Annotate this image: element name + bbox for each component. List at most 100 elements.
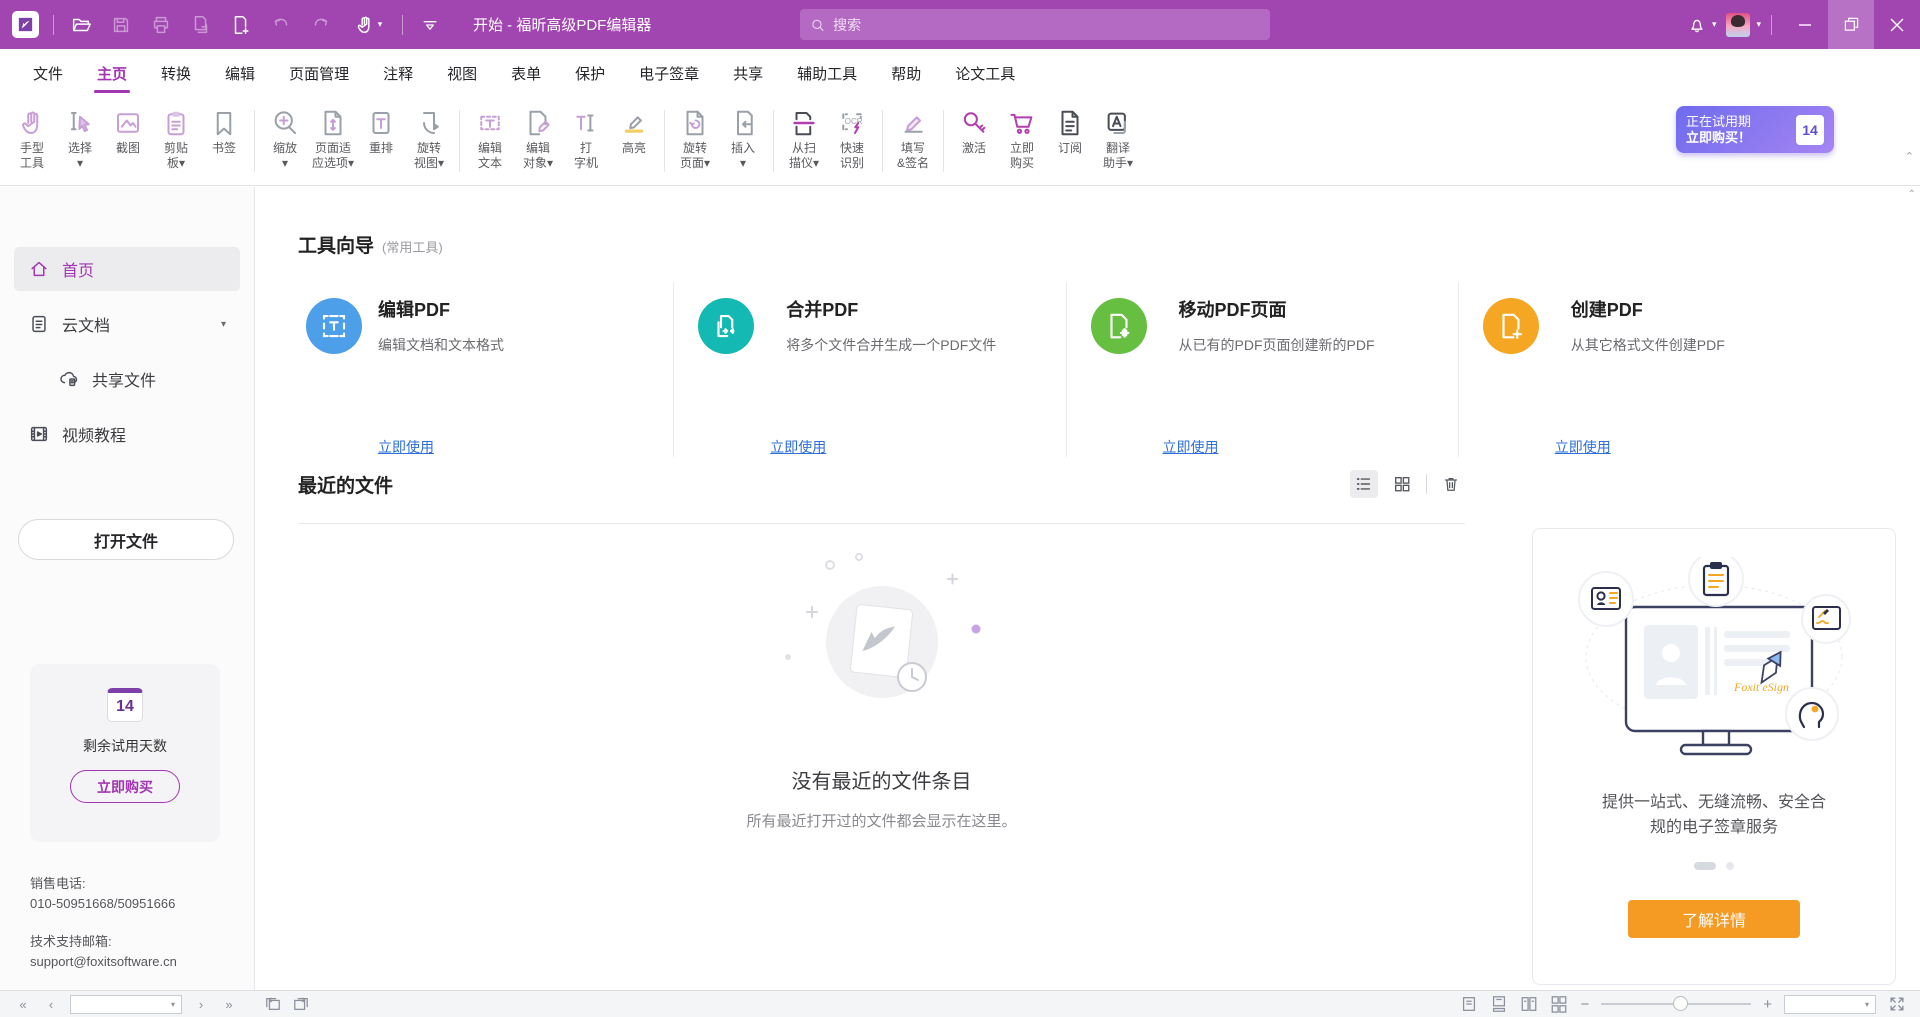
global-search[interactable] [800,9,1270,40]
buy-now-button[interactable]: 立即 购买 [998,104,1046,171]
use-now-link[interactable]: 立即使用 [378,437,434,457]
menu-paper-tools[interactable]: 论文工具 [942,49,1028,98]
typewriter-button[interactable]: 打 字机 [562,104,610,171]
user-avatar[interactable] [1726,13,1750,37]
notifications-caret-icon[interactable]: ▾ [1712,19,1717,30]
zoom-out-button[interactable]: − [1580,996,1589,1013]
cloud-docs-caret-icon[interactable]: ▾ [221,319,226,330]
menu-convert[interactable]: 转换 [148,49,204,98]
zoom-percent-box[interactable]: ▾ [1784,995,1876,1014]
bookmark-button[interactable]: 书签 [200,104,248,156]
menu-comment[interactable]: 注释 [370,49,426,98]
page-number-caret-icon[interactable]: ▾ [165,1000,181,1009]
menu-esign[interactable]: 电子签章 [626,49,712,98]
zoom-percent-caret-icon[interactable]: ▾ [1859,1000,1875,1009]
menu-home[interactable]: 主页 [84,49,140,98]
first-page-button[interactable]: « [14,997,32,1012]
facing-view-icon[interactable] [1520,995,1538,1013]
list-view-button[interactable] [1350,470,1378,498]
sidebar-item-shared-files[interactable]: 共享文件 [44,357,240,401]
edit-text-button[interactable]: 编辑 文本 [466,104,514,171]
tool-card-edit-pdf[interactable]: 编辑PDF 编辑文档和文本格式 立即使用 [298,282,673,457]
grid-view-button[interactable] [1388,470,1416,498]
minimize-button[interactable] [1782,0,1828,49]
clipboard-button[interactable]: 剪贴 板▾ [152,104,200,171]
rotate-view-button[interactable]: 旋转 视图▾ [405,104,453,171]
sidebar-item-home[interactable]: 首页 [14,247,240,291]
menu-share[interactable]: 共享 [720,49,776,98]
previous-page-button[interactable]: ‹ [42,997,60,1012]
menu-page-management[interactable]: 页面管理 [276,49,362,98]
edit-object-button[interactable]: 编辑 对象▾ [514,104,562,171]
page-number-input[interactable] [71,997,165,1011]
next-page-button[interactable]: › [192,997,210,1012]
zoom-magnifier-icon [268,106,302,140]
learn-more-button[interactable]: 了解详情 [1628,900,1800,938]
use-now-link[interactable]: 立即使用 [1163,437,1219,457]
select-tool-button[interactable]: 选择 ▾ [56,104,104,171]
open-file-icon[interactable] [68,12,94,38]
previous-view-icon[interactable] [264,996,282,1012]
new-document-icon[interactable] [228,12,254,38]
last-page-button[interactable]: » [220,997,238,1012]
zoom-slider[interactable] [1601,1003,1751,1005]
close-button[interactable] [1874,0,1920,49]
hand-tool-icon[interactable]: ▾ [348,12,388,38]
insert-pages-button[interactable]: 插入 ▾ [719,104,767,171]
snapshot-button[interactable]: 截图 [104,104,152,156]
fill-sign-button[interactable]: 填写 &签名 [889,104,937,171]
menu-view[interactable]: 视图 [434,49,490,98]
continuous-view-icon[interactable] [1490,995,1508,1013]
activate-button[interactable]: 激活 [950,104,998,156]
notifications-bell-icon[interactable] [1684,12,1710,38]
zoom-percent-input[interactable] [1785,997,1859,1011]
menu-protect[interactable]: 保护 [562,49,618,98]
search-input[interactable] [833,17,1260,33]
menu-accessibility[interactable]: 辅助工具 [784,49,870,98]
trial-banner[interactable]: 正在试用期 立即购买！ 14 [1676,106,1834,153]
from-scanner-button[interactable]: 从扫 描仪▾ [780,104,828,171]
rotate-pages-button[interactable]: 旋转 页面▾ [671,104,719,171]
print-icon [148,12,174,38]
zoom-in-button[interactable]: + [1763,996,1772,1013]
nav-panel-toggle-icon[interactable] [417,12,443,38]
subscribe-button[interactable]: 订阅 [1046,104,1094,156]
menu-file[interactable]: 文件 [20,49,76,98]
page-number-box[interactable]: ▾ [70,995,182,1014]
carousel-dot-active[interactable] [1694,862,1716,870]
page-fit-options-button[interactable]: 页面适 应选项▾ [309,104,357,171]
use-now-link[interactable]: 立即使用 [1555,437,1611,457]
next-view-icon[interactable] [292,996,310,1012]
account-caret-icon[interactable]: ▾ [1756,19,1761,30]
menu-form[interactable]: 表单 [498,49,554,98]
reflow-button[interactable]: 重排 [357,104,405,156]
facing-continuous-view-icon[interactable] [1550,995,1568,1013]
support-email[interactable]: support@foxitsoftware.cn [30,953,177,971]
menu-help[interactable]: 帮助 [878,49,934,98]
highlight-button[interactable]: 高亮 [610,104,658,156]
tool-card-create-pdf[interactable]: 创建PDF 从其它格式文件创建PDF 立即使用 [1458,282,1850,457]
ribbon-collapse-icon[interactable]: ⌃ [1905,150,1914,163]
tool-card-move-pdf-pages[interactable]: 移动PDF页面 从已有的PDF页面创建新的PDF 立即使用 [1066,282,1458,457]
sidebar-buy-now-button[interactable]: 立即购买 [70,770,180,803]
fullscreen-icon[interactable] [1888,995,1906,1013]
single-page-view-icon[interactable] [1460,995,1478,1013]
carousel-dot[interactable] [1726,862,1734,870]
open-file-button[interactable]: 打开文件 [18,519,234,560]
zoom-button[interactable]: 缩放 ▾ [261,104,309,171]
hand-tool-button[interactable]: 手型 工具 [8,104,56,171]
clear-recent-trash-button[interactable] [1437,470,1465,498]
sidebar-item-video-tutorials[interactable]: 视频教程 [14,412,240,456]
menu-edit[interactable]: 编辑 [212,49,268,98]
restore-button[interactable] [1828,0,1874,49]
sidebar-item-cloud-docs[interactable]: 云文档 ▾ [14,302,240,346]
translate-assistant-button[interactable]: 翻译 助手▾ [1094,104,1142,171]
quick-ocr-button[interactable]: OCR 快速 识别 [828,104,876,171]
use-now-link[interactable]: 立即使用 [770,437,826,457]
zoom-slider-thumb[interactable] [1673,996,1688,1011]
scroll-up-arrow[interactable]: ⌃ [1908,189,1916,200]
page-fit-icon [316,106,350,140]
esign-promo-card: Foxit eSign [1532,528,1896,985]
tool-card-merge-pdf[interactable]: 合并PDF 将多个文件合并生成一个PDF文件 立即使用 [673,282,1065,457]
translate-icon [1101,106,1135,140]
